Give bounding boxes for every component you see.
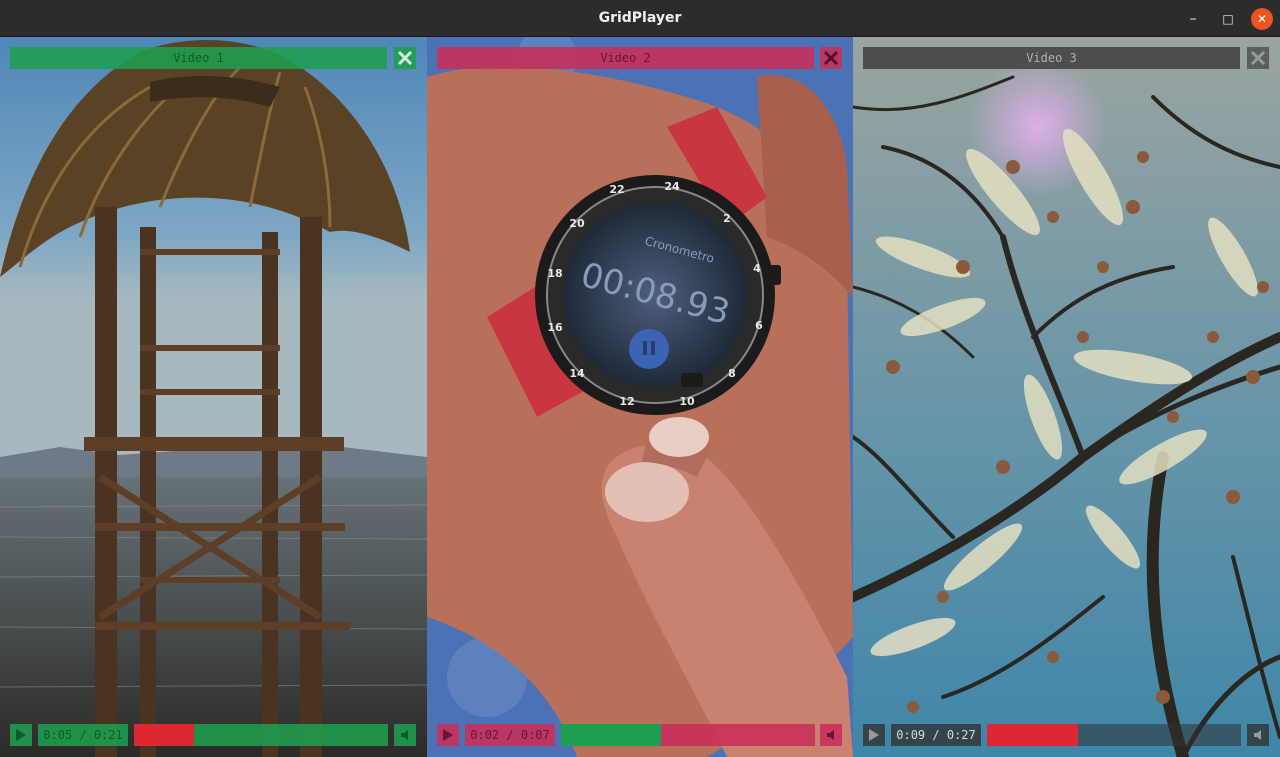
video-1-volume-button[interactable] [394,724,416,746]
minimize-button[interactable]: – [1182,8,1204,30]
watch-bezel-6: 6 [755,319,763,332]
close-icon [823,50,839,66]
video-1-time-display: 0:05 / 0:21 [38,724,128,746]
video-2-play-button[interactable] [437,724,459,746]
watch-bezel-8: 8 [728,367,736,380]
video-grid: Video 1 0:05 / 0:21 22 24 2 4 6 8 10 12 … [0,37,1280,757]
watch-bezel-4: 4 [753,262,761,275]
watch-bezel-2: 2 [723,212,731,225]
video-3-title: Video 3 [1026,51,1077,65]
maximize-icon: □ [1222,12,1234,26]
video-2-time-display: 0:02 / 0:07 [465,724,555,746]
maximize-button[interactable]: □ [1217,8,1239,30]
close-icon [397,50,413,66]
video-3-seek-progress [987,724,1079,746]
video-1-close-button[interactable] [394,47,416,69]
watch-bezel-22: 22 [609,183,624,196]
speaker-icon [827,730,834,740]
video-2-seek-bar[interactable] [561,724,815,746]
watch-bezel-12: 12 [619,395,634,408]
video-3-seek-bar[interactable] [987,724,1241,746]
watch-bezel-18: 18 [547,267,562,280]
close-icon: ✕ [1256,12,1268,26]
close-icon [1250,50,1266,66]
video-frame-3 [853,37,1280,757]
video-1-title-bar[interactable]: Video 1 [10,47,387,69]
video-3-close-button[interactable] [1247,47,1269,69]
video-3-time-display: 0:09 / 0:27 [891,724,981,746]
video-1-title: Video 1 [173,51,224,65]
watch-bezel-10: 10 [679,395,695,408]
video-2-seek-progress [561,724,662,746]
play-icon [16,729,26,741]
video-3-time: 0:09 / 0:27 [896,728,976,742]
minimize-icon: – [1189,11,1197,27]
watch-bezel-14: 14 [569,367,585,380]
video-cell-1[interactable]: Video 1 0:05 / 0:21 [0,37,427,757]
speaker-icon [401,730,408,740]
video-1-play-button[interactable] [10,724,32,746]
video-1-seek-progress [134,724,195,746]
watch-bezel-24: 24 [664,180,680,193]
video-1-seek-bar[interactable] [134,724,388,746]
speaker-icon [1254,730,1261,740]
window-titlebar[interactable]: GridPlayer – □ ✕ [0,0,1280,37]
video-3-volume-button[interactable] [1247,724,1269,746]
video-2-title: Video 2 [600,51,651,65]
video-2-close-button[interactable] [820,47,842,69]
video-1-time: 0:05 / 0:21 [43,728,123,742]
play-icon [869,729,879,741]
video-cell-3[interactable]: Video 3 0:09 / 0:27 [853,37,1280,757]
video-2-volume-button[interactable] [820,724,842,746]
video-3-title-bar[interactable]: Video 3 [863,47,1240,69]
watch-bezel-20: 20 [569,217,585,230]
video-3-play-button[interactable] [863,724,885,746]
watch-bezel-16: 16 [547,321,563,334]
window-title: GridPlayer [598,10,682,26]
video-frame-2: 22 24 2 4 6 8 10 12 14 16 18 20 Cronomet… [427,37,853,757]
play-icon [443,729,453,741]
video-2-time: 0:02 / 0:07 [470,728,550,742]
video-cell-2[interactable]: 22 24 2 4 6 8 10 12 14 16 18 20 Cronomet… [427,37,853,757]
window-close-button[interactable]: ✕ [1251,8,1273,30]
video-2-title-bar[interactable]: Video 2 [437,47,814,69]
video-frame-1 [0,37,427,757]
